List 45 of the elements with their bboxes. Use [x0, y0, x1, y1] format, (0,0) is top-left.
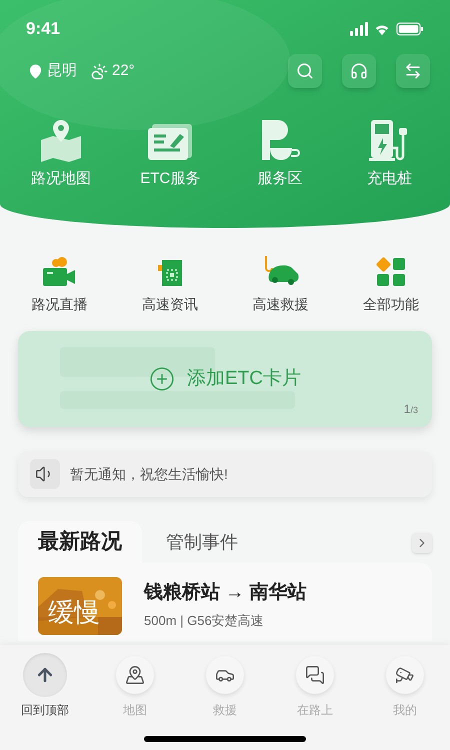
nav-item[interactable]: 回到顶部 — [0, 653, 90, 719]
page-indicator: 1/3 — [404, 401, 418, 418]
support-button[interactable] — [342, 54, 376, 88]
search-button[interactable] — [288, 54, 322, 88]
map-pin-icon — [125, 665, 145, 685]
switch-button[interactable] — [396, 54, 430, 88]
status-label: 缓慢 — [48, 599, 100, 625]
video-camera-icon — [41, 256, 78, 288]
road-condition-card[interactable]: 缓慢 钱粮桥站 → 南华站 500m | G56安楚高速 — [18, 563, 432, 641]
quick-service-label[interactable]: 路况直播 — [31, 294, 88, 315]
arrow-up-icon — [35, 665, 55, 685]
apps-grid-icon — [374, 256, 407, 288]
location-pin-icon — [28, 64, 43, 78]
nav-item[interactable]: 我的 — [360, 653, 450, 719]
quick-service-label[interactable]: 高速资讯 — [142, 294, 198, 315]
nav-item[interactable]: 在路上 — [270, 653, 360, 719]
weather-icon — [91, 62, 108, 80]
add-icon — [149, 366, 175, 392]
notice-text: 暂无通知，祝您生活愉快! — [70, 464, 228, 484]
quick-service-label[interactable]: 高速救援 — [252, 294, 308, 315]
nav-item[interactable]: 地图 — [90, 653, 180, 719]
chat-icon — [305, 665, 325, 685]
battery-icon — [396, 22, 424, 36]
city-name[interactable]: 昆明 — [47, 60, 77, 82]
search-icon — [296, 62, 314, 80]
section-tab[interactable]: 管制事件 — [142, 521, 262, 563]
status-time: 9:41 — [26, 18, 60, 40]
section-tab[interactable]: 最新路况 — [18, 521, 142, 563]
service-label[interactable]: 服务区 — [257, 168, 302, 190]
more-button[interactable] — [412, 533, 432, 553]
service-label[interactable]: 充电桩 — [366, 168, 412, 190]
headphones-icon — [350, 62, 368, 80]
card-pen-icon — [146, 122, 194, 162]
swap-arrows-icon — [404, 62, 422, 80]
route-detail: 500m | G56安楚高速 — [144, 612, 265, 630]
route-title: 钱粮桥站 → 南华站 — [144, 580, 307, 605]
service-label[interactable]: ETC服务 — [140, 168, 200, 190]
temperature: 22° — [112, 60, 135, 81]
add-etc-card[interactable]: 添加ETC卡片 1/3 — [18, 331, 432, 427]
signal-icon — [350, 22, 368, 36]
service-label[interactable]: 路况地图 — [30, 168, 91, 190]
add-etc-label: 添加ETC卡片 — [187, 366, 301, 391]
quick-service-label[interactable]: 全部功能 — [362, 294, 419, 315]
wifi-icon — [374, 22, 390, 36]
nav-item[interactable]: 救援 — [180, 653, 270, 719]
